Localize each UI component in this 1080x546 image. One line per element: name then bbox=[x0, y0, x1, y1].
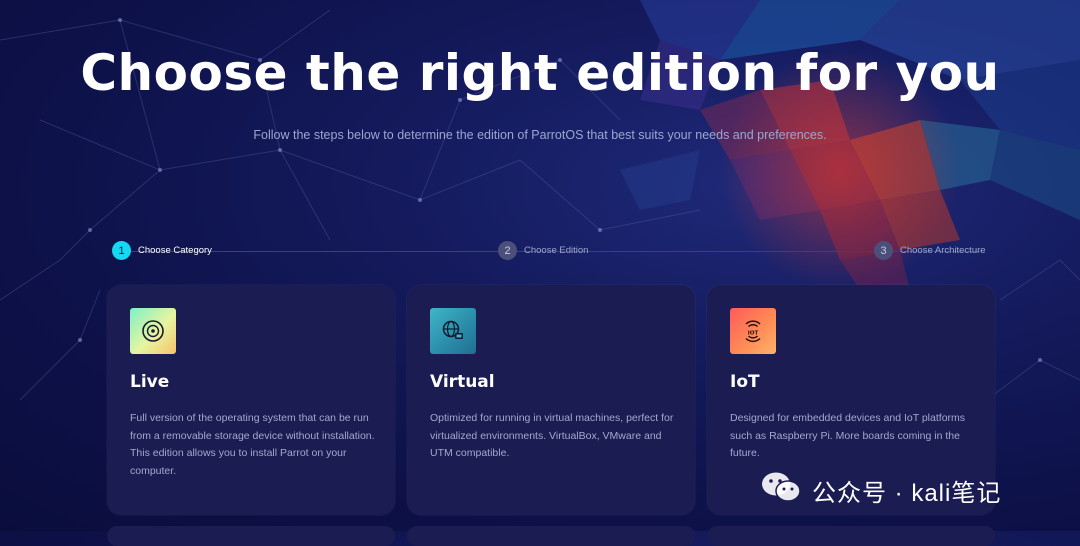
step-number: 3 bbox=[874, 241, 893, 260]
step-label: Choose Architecture bbox=[900, 245, 986, 256]
card-title: IoT bbox=[730, 372, 760, 392]
step-choose-architecture[interactable]: 3 Choose Architecture bbox=[874, 241, 990, 260]
step-number: 2 bbox=[498, 241, 517, 260]
step-label: Choose Category bbox=[138, 245, 212, 256]
step-choose-edition[interactable]: 2 Choose Edition bbox=[498, 241, 592, 260]
card-virtual[interactable]: Virtual Optimized for running in virtual… bbox=[407, 285, 695, 515]
card-next-row[interactable] bbox=[107, 526, 395, 546]
page-title: Choose the right edition for you bbox=[80, 44, 1000, 102]
iot-icon: IOT bbox=[730, 308, 776, 354]
wechat-icon bbox=[760, 470, 802, 511]
watermark: 公众号 · kali笔记 bbox=[760, 470, 1001, 511]
card-description: Designed for embedded devices and IoT pl… bbox=[730, 412, 966, 459]
card-next-row[interactable] bbox=[407, 526, 695, 546]
card-title: Live bbox=[130, 372, 170, 392]
card-description: Optimized for running in virtual machine… bbox=[430, 412, 674, 459]
step-label: Choose Edition bbox=[524, 245, 589, 256]
step-number: 1 bbox=[112, 241, 131, 260]
card-next-row[interactable] bbox=[707, 526, 995, 546]
step-choose-category[interactable]: 1 Choose Category bbox=[112, 241, 216, 260]
page-subtitle: Follow the steps below to determine the … bbox=[253, 128, 827, 142]
virtual-network-icon bbox=[430, 308, 476, 354]
watermark-text: 公众号 · kali笔记 bbox=[812, 480, 1002, 507]
card-live[interactable]: Live Full version of the operating syste… bbox=[107, 285, 395, 515]
disc-icon bbox=[130, 308, 176, 354]
step-progress: 1 Choose Category 2 Choose Edition 3 Cho… bbox=[112, 241, 992, 261]
card-title: Virtual bbox=[430, 372, 495, 392]
card-description: Full version of the operating system tha… bbox=[130, 412, 375, 477]
